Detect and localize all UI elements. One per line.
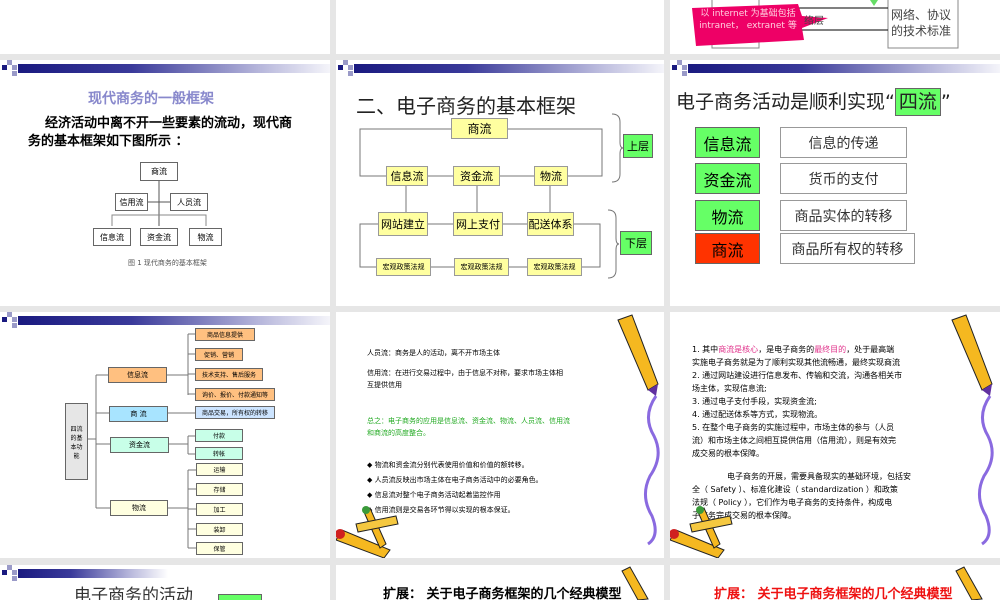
pencil-icon bbox=[617, 314, 659, 396]
tree-leaf: 加工 bbox=[196, 503, 243, 516]
box-delivery: 配送体系 bbox=[527, 212, 574, 236]
tree-leaf: 存储 bbox=[196, 483, 243, 496]
slide-title: 电子商务的活动 bbox=[74, 586, 193, 600]
right-box-line2: 的技术标准 bbox=[891, 24, 952, 38]
slide-thumbnail-10[interactable]: 电子商务的活动 bbox=[0, 565, 330, 600]
pencil-decoration bbox=[670, 314, 994, 558]
slide-thumbnail-6[interactable]: 电子商务活动是顺利实现“ 四流” 信息流 信息的传递 资金流 货币的支付 物流 商品实体的转… bbox=[670, 60, 1000, 306]
right-box-line1: 网络、协议 bbox=[891, 8, 952, 22]
net-layer-label: 络层 bbox=[804, 16, 824, 27]
flow-desc-box: 货币的支付 bbox=[780, 163, 907, 194]
title-text: 电子商务活动是顺利实现“ bbox=[676, 91, 895, 113]
slide-thumbnail-11[interactable]: 扩展： 关于电子商务框架的几个经典模型 bbox=[336, 565, 664, 600]
node-commerce: 商 流 bbox=[109, 406, 168, 422]
box-credit: 信用流 bbox=[115, 193, 148, 211]
slide-thumbnail-8[interactable]: 人员流：商务是人的活动，离不开市场主体 信用流：在进行交易过程中，由于信息不对称… bbox=[336, 312, 664, 558]
box-commerce: 商流 bbox=[451, 118, 508, 139]
flow-name-box: 商流 bbox=[695, 233, 760, 264]
framework-lines bbox=[111, 181, 207, 226]
title-end: ” bbox=[940, 91, 951, 113]
pencils-icon bbox=[336, 506, 399, 558]
pencils-icon bbox=[670, 506, 733, 558]
tree-leaf: 转帐 bbox=[195, 447, 243, 460]
box-website: 网站建立 bbox=[378, 212, 428, 236]
flow-name-box: 信息流 bbox=[695, 127, 760, 158]
tree-leaf: 技术支持、售后服务 bbox=[195, 368, 263, 381]
tree-leaf: 保管 bbox=[196, 542, 243, 555]
flow-name-box: 资金流 bbox=[695, 163, 760, 194]
scribble-line bbox=[978, 395, 994, 546]
figure-caption: 图 1 现代商务的基本框架 bbox=[128, 259, 207, 267]
label-upper: 上层 bbox=[623, 134, 653, 158]
slide-thumbnail-9[interactable]: 1. 其中商流是核心，是电子商务的最终目的，处于最高端 实施电子商务就是为了顺利… bbox=[670, 312, 1000, 558]
box-commerce: 商流 bbox=[140, 162, 178, 181]
green-highlight-box bbox=[218, 594, 262, 600]
box-fund: 资金流 bbox=[140, 228, 178, 246]
label-lower: 下层 bbox=[620, 231, 652, 255]
flow-desc-box: 信息的传递 bbox=[780, 127, 907, 158]
tree-lines bbox=[87, 333, 196, 549]
pencil-icon bbox=[951, 314, 993, 396]
box-policy-3: 宏观政策法规 bbox=[527, 258, 582, 276]
tree-leaf: 商品交易，所有权的转移 bbox=[195, 406, 275, 419]
box-info: 信息流 bbox=[386, 166, 428, 186]
tree-leaf: 询价、报价、付款通知等 bbox=[195, 388, 275, 401]
pencil-icon bbox=[955, 566, 983, 600]
box-people: 人员流 bbox=[170, 193, 208, 211]
slide-thumbnail-2[interactable] bbox=[336, 0, 664, 54]
node-info: 信息流 bbox=[108, 367, 167, 383]
flow-name-box: 物流 bbox=[695, 200, 760, 231]
slide-thumbnail-1[interactable] bbox=[0, 0, 330, 54]
slide-thumbnail-4[interactable]: 现代商务的一般框架 经济活动中离不开一些要素的流动，现代商 务的基本框架如下图所… bbox=[0, 60, 330, 306]
flow-desc-box: 商品所有权的转移 bbox=[780, 233, 915, 264]
box-logistics: 物流 bbox=[189, 228, 222, 246]
node-logistics: 物流 bbox=[110, 500, 168, 516]
tree-leaf: 付款 bbox=[195, 429, 243, 442]
box-fund: 资金流 bbox=[453, 166, 500, 186]
slide-thumbnail-5[interactable]: 二、电子商务的基本框架 商流 信息流 资金流 物流 网站建立 网上支付 配送体系… bbox=[336, 60, 664, 306]
box-payment: 网上支付 bbox=[453, 212, 503, 236]
box-info: 信息流 bbox=[93, 228, 131, 246]
box-policy-2: 宏观政策法规 bbox=[454, 258, 509, 276]
scribble-line bbox=[644, 395, 660, 546]
tree-leaf: 促销、营销 bbox=[195, 348, 243, 361]
tree-leaf: 运输 bbox=[196, 463, 243, 476]
title-highlight: 四流 bbox=[894, 88, 941, 116]
node-fund: 资金流 bbox=[110, 437, 169, 453]
tree-leaf: 商品信息提供 bbox=[195, 328, 255, 341]
header-bar bbox=[18, 569, 168, 578]
tree-leaf: 装卸 bbox=[196, 523, 243, 536]
root-box: 四流的基本功能 bbox=[65, 403, 88, 480]
box-policy-1: 宏观政策法规 bbox=[376, 258, 431, 276]
slide-thumbnail-3[interactable]: 以 internet 为基础包括 intranet， extranet 等 络层… bbox=[670, 0, 1000, 54]
pencil-icon bbox=[621, 566, 649, 600]
callout-text: 以 internet 为基础包括 intranet， extranet 等 bbox=[699, 9, 797, 31]
pencil-decoration bbox=[336, 314, 660, 558]
slide-thumbnail-7[interactable]: 四流的基本功能 信息流 商 流 资金流 物流 商品信息提供 促销、营销技术支持、售… bbox=[0, 312, 330, 558]
flow-desc-box: 商品实体的转移 bbox=[780, 200, 907, 231]
slide-thumbnail-12[interactable]: 扩展： 关于电子商务框架的几个经典模型 bbox=[670, 565, 1000, 600]
box-logistics: 物流 bbox=[534, 166, 568, 186]
slide-title: 电子商务活动是顺利实现“ 四流” bbox=[676, 87, 951, 116]
header-bar bbox=[688, 64, 1000, 73]
